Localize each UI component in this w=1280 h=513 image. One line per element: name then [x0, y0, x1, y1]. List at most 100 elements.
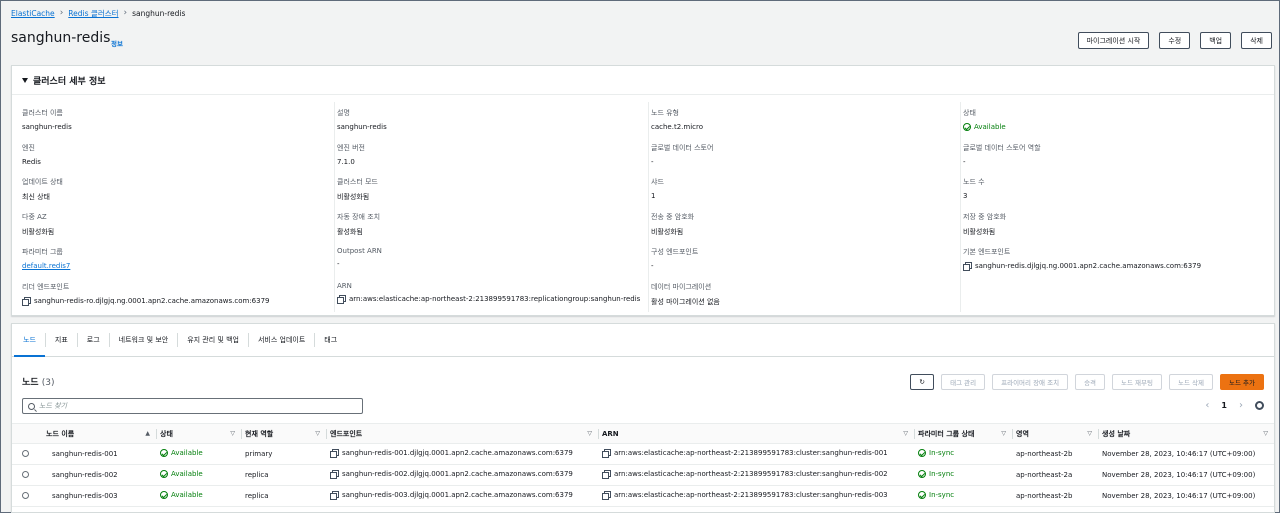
field-label: 전송 중 암호화	[651, 213, 695, 221]
copy-icon[interactable]	[22, 297, 31, 306]
field-label: 클러스터 이름	[22, 109, 63, 117]
field-label: 데이터 마이그레이션	[651, 283, 712, 291]
node-arn: arn:aws:elasticache:ap-northeast-2:21389…	[614, 470, 888, 478]
divider	[12, 94, 1274, 95]
column-header-name[interactable]: 노드 이름 ▲	[42, 423, 156, 444]
modify-button[interactable]: 수정	[1159, 32, 1191, 49]
copy-icon[interactable]	[602, 449, 611, 458]
tab-tags[interactable]: 태그	[315, 333, 346, 347]
start-migration-button[interactable]: 마이그레이션 시작	[1077, 32, 1150, 49]
param-status-badge: In-sync	[918, 470, 954, 478]
add-node-button[interactable]: 노드 추가	[1220, 374, 1264, 390]
reboot-nodes-button[interactable]: 노드 재부팅	[1112, 374, 1162, 390]
tab-logs[interactable]: 로그	[78, 333, 110, 347]
column-header-arn[interactable]: ARN ▽	[598, 423, 914, 444]
row-select-radio[interactable]	[22, 470, 29, 478]
tab-service-updates[interactable]: 서비스 업데이트	[249, 333, 316, 347]
copy-icon[interactable]	[602, 470, 611, 479]
column-header-status[interactable]: 상태 ▽	[156, 423, 241, 444]
column-header-zone[interactable]: 영역 ▽	[1012, 423, 1098, 444]
field-engine: 엔진 Redis	[22, 143, 41, 166]
cluster-details-panel: 클러스터 세부 정보 클러스터 이름 sanghun-redis 엔진 Redi…	[11, 65, 1275, 316]
copy-icon[interactable]	[330, 470, 339, 479]
field-value: 7.1.0	[337, 158, 355, 166]
field-reader-endpoint: 리더 엔드포인트 sanghun-redis-ro.djlgjq.ng.0001…	[22, 282, 270, 306]
current-page[interactable]: 1	[1221, 401, 1227, 410]
field-value: cache.t2.micro	[651, 123, 703, 131]
manage-tags-button[interactable]: 태그 관리	[941, 374, 986, 390]
chevron-left-icon[interactable]: ‹	[1205, 400, 1209, 411]
sort-ascending-icon[interactable]: ▲	[145, 430, 150, 437]
tab-metrics[interactable]: 지표	[46, 333, 78, 347]
nodes-title-text: 노드	[22, 378, 39, 388]
copy-icon[interactable]	[602, 491, 611, 500]
copy-icon[interactable]	[330, 449, 339, 458]
tab-maintenance-backups[interactable]: 유지 관리 및 백업	[178, 333, 249, 347]
caret-down-icon	[22, 78, 28, 83]
cluster-details-toggle[interactable]: 클러스터 세부 정보	[22, 74, 106, 87]
field-data-migration: 데이터 마이그레이션 활성 마이그레이션 없음	[651, 282, 720, 307]
column-header-endpoint[interactable]: 엔드포인트 ▽	[326, 423, 598, 444]
column-header-param-status[interactable]: 파라미터 그룹 상태 ▽	[914, 423, 1012, 444]
field-label: 상태	[963, 109, 976, 117]
refresh-icon: ↻	[919, 378, 925, 386]
sort-icon[interactable]: ▽	[230, 430, 235, 437]
check-circle-icon	[918, 491, 926, 499]
breadcrumb-redis-clusters-link[interactable]: Redis 클러스터	[68, 8, 118, 19]
node-search[interactable]	[22, 398, 363, 414]
refresh-button[interactable]: ↻	[910, 374, 935, 390]
field-value: 최신 상태	[22, 193, 50, 201]
table-header-row: 노드 이름 ▲ 상태 ▽ 현재 역할 ▽ 엔드포인트 ▽ ARN ▽ 파라미터 그룹 상태…	[12, 423, 1274, 444]
field-value: -	[337, 260, 340, 268]
node-search-input[interactable]	[39, 402, 339, 410]
failover-primary-button[interactable]: 프라이머리 장애 조치	[992, 374, 1069, 390]
info-link[interactable]: 정보	[111, 38, 123, 48]
row-select-radio[interactable]	[22, 449, 29, 457]
table-row[interactable]: sanghun-redis-003 Available replica sang…	[12, 486, 1274, 507]
table-row[interactable]: sanghun-redis-001 Available primary sang…	[12, 444, 1274, 465]
tab-network-security[interactable]: 네트워크 및 보안	[110, 333, 179, 347]
column-header-role[interactable]: 현재 역할 ▽	[241, 423, 326, 444]
page-title: sanghun-redis	[11, 30, 111, 46]
column-label: 생성 날짜	[1102, 429, 1131, 438]
field-cluster-mode: 클러스터 모드 비활성화됨	[337, 177, 378, 202]
field-status: 상태 Available	[963, 108, 1006, 131]
details-column-4: 상태 Available 글로벌 데이터 스토어 역할 - 노드 수 3 저장 …	[960, 102, 1274, 312]
backup-button[interactable]: 백업	[1200, 32, 1232, 49]
chevron-right-icon[interactable]: ›	[1239, 400, 1243, 411]
breadcrumb-elasticache-link[interactable]: ElastiCache	[11, 9, 55, 18]
row-select-radio[interactable]	[22, 491, 29, 499]
sort-icon[interactable]: ▽	[903, 430, 908, 437]
field-label: 구성 엔드포인트	[651, 248, 699, 256]
field-label: 글로벌 데이터 스토어	[651, 144, 714, 152]
gear-icon[interactable]	[1255, 401, 1264, 410]
sort-icon[interactable]: ▽	[1087, 430, 1092, 437]
column-label: 상태	[160, 429, 173, 438]
field-value: 활성화됨	[337, 228, 363, 236]
sort-icon[interactable]: ▽	[1001, 430, 1006, 437]
delete-button[interactable]: 삭제	[1241, 32, 1272, 49]
column-header-created[interactable]: 생성 날짜 ▽	[1098, 423, 1274, 444]
breadcrumb-current: sanghun-redis	[132, 9, 186, 18]
check-circle-icon	[918, 470, 926, 478]
delete-nodes-button[interactable]: 노드 삭제	[1169, 374, 1213, 390]
promote-button[interactable]: 승격	[1075, 374, 1106, 390]
field-node-count: 노드 수 3	[963, 177, 985, 200]
field-outpost-arn: Outpost ARN -	[337, 247, 382, 268]
param-status-text: In-sync	[929, 491, 955, 499]
copy-icon[interactable]	[330, 491, 339, 500]
field-shards: 샤드 1	[651, 177, 664, 200]
tab-nodes[interactable]: 노드	[14, 333, 46, 357]
parameter-group-link[interactable]: default.redis7	[22, 262, 70, 270]
copy-icon[interactable]	[337, 295, 346, 304]
sort-icon[interactable]: ▽	[587, 430, 592, 437]
param-status-text: In-sync	[929, 470, 955, 478]
field-value: -	[963, 158, 966, 166]
sort-icon[interactable]: ▽	[1263, 430, 1268, 437]
copy-icon[interactable]	[963, 262, 972, 271]
field-multi-az: 다중 AZ 비활성화됨	[22, 212, 54, 237]
table-row[interactable]: sanghun-redis-002 Available replica sang…	[12, 465, 1274, 486]
sort-icon[interactable]: ▽	[315, 430, 320, 437]
select-column-header	[12, 423, 42, 444]
field-label: 노드 유형	[651, 109, 679, 117]
